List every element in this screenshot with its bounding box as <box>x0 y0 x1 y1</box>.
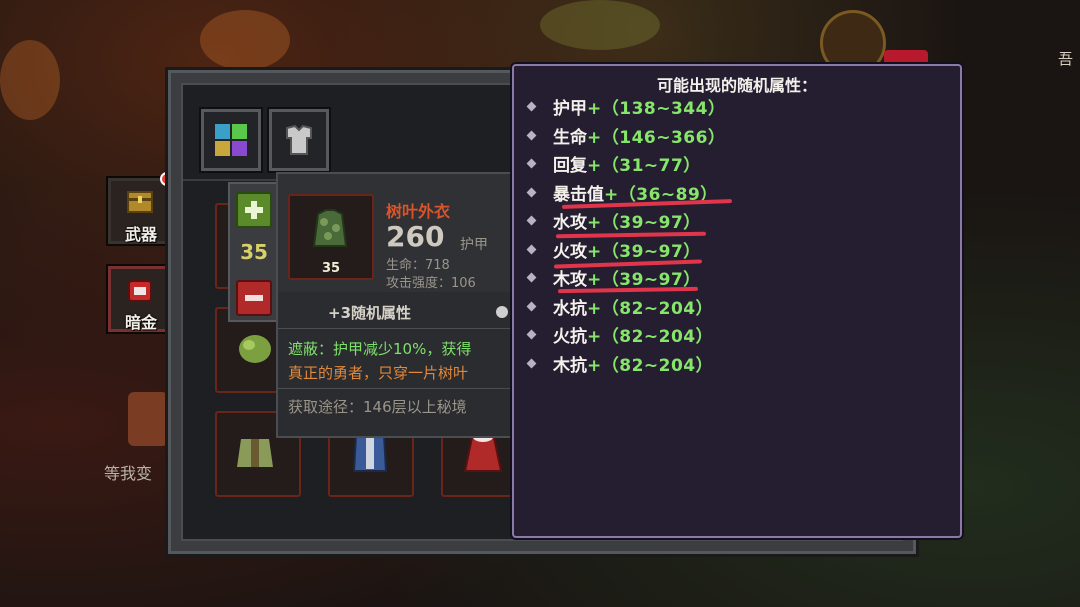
bullet-icon <box>526 301 537 311</box>
weapon-tab-label: 武器 <box>124 225 157 244</box>
lantern-glow <box>540 0 660 50</box>
attr-row: 火攻 +（39~97） <box>526 235 701 263</box>
lantern-glow <box>0 40 60 120</box>
bullet-icon <box>526 215 537 225</box>
bullet-icon <box>526 130 537 140</box>
source-text: 获取途径：146层以上秘境 <box>288 398 467 416</box>
grid-icon <box>215 124 247 156</box>
quantity-stepper: 35 <box>228 182 280 322</box>
lantern-glow <box>200 10 290 70</box>
character-sprite <box>128 392 168 446</box>
info-toggle[interactable] <box>496 306 508 318</box>
effect-line-1: 遮蔽：护甲减少10%，获得 <box>288 340 472 358</box>
stat-attack: 攻击强度：106 <box>386 276 476 291</box>
leaf-coat-icon <box>312 209 348 247</box>
increase-button[interactable] <box>236 192 272 228</box>
bullet-icon <box>526 329 537 339</box>
armor-category-tab[interactable] <box>269 109 329 171</box>
attr-row: 水攻 +（39~97） <box>526 206 701 234</box>
leaf-armor-icon <box>239 335 271 363</box>
random-attr-label: +3随机属性 <box>328 304 412 322</box>
item-detail-card: 35 树叶外衣 260 护甲 生命：718 攻击强度：106 +3随机属性 遮蔽… <box>276 172 520 438</box>
bullet-icon <box>526 101 537 111</box>
attr-row: 生命 +（146~366） <box>526 121 725 149</box>
effect-line-2: 真正的勇者，只穿一片树叶 <box>288 364 469 382</box>
item-icon-slot: 35 <box>288 194 374 280</box>
weapon-tab-button[interactable]: 武器 <box>108 178 174 244</box>
attr-row: 护甲 +（138~344） <box>526 92 725 120</box>
bullet-icon <box>526 244 537 254</box>
minus-icon <box>245 295 263 301</box>
bullet-icon <box>526 187 537 197</box>
dark-gold-tab-button[interactable]: 暗金 <box>108 266 174 332</box>
armor-value: 260 <box>386 220 445 253</box>
all-category-tab[interactable] <box>201 109 261 171</box>
armor-label: 护甲 <box>460 237 488 253</box>
stat-health: 生命：718 <box>386 258 450 273</box>
item-level: 35 <box>321 261 341 276</box>
bullet-icon <box>526 358 537 368</box>
item-name: 树叶外衣 <box>386 202 451 221</box>
bullet-icon <box>526 272 537 282</box>
attr-row: 水抗 +（82~204） <box>526 292 713 320</box>
backpack-icon <box>128 280 152 302</box>
quantity-value: 35 <box>240 240 268 264</box>
dark-gold-tab-label: 暗金 <box>124 313 157 332</box>
chest-icon <box>127 191 153 213</box>
player-name-label: 等我变 <box>104 464 153 483</box>
random-attributes-tooltip: 可能出现的随机属性： 护甲 +（138~344） 生命 +（146~366） 回复 +… <box>512 64 962 538</box>
robe-icon <box>237 439 273 467</box>
bullet-icon <box>526 158 537 168</box>
armor-icon <box>286 124 312 155</box>
attr-row: 木抗 +（82~204） <box>526 349 713 377</box>
corner-label: 吾 <box>1058 50 1074 68</box>
decrease-button[interactable] <box>236 280 272 316</box>
attr-row: 火抗 +（82~204） <box>526 320 713 348</box>
attr-row: 回复 +（31~77） <box>526 149 701 177</box>
